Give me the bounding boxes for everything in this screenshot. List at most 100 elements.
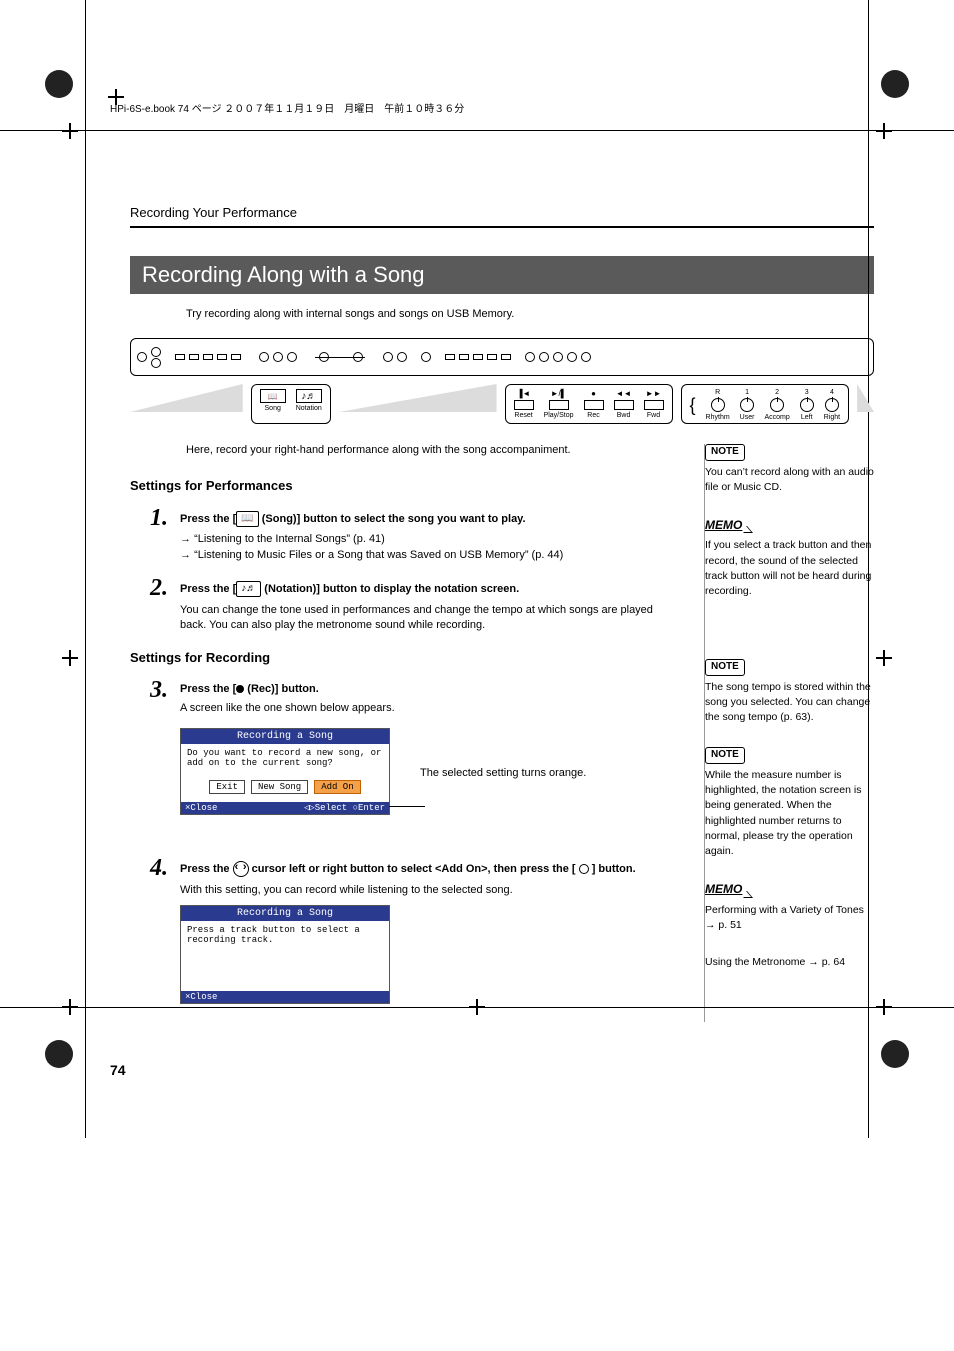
step-number: 4: [130, 855, 168, 1011]
highlight-slant: [130, 384, 243, 412]
label-rec: Rec: [587, 412, 599, 419]
step-desc: A screen like the one shown below appear…: [180, 701, 678, 716]
crosshair-icon: [876, 999, 892, 1015]
screenshot-title: Recording a Song: [181, 729, 389, 744]
screenshot-btn-new: New Song: [251, 780, 308, 794]
panel-diagram-full: [130, 338, 874, 376]
memo-label: MEMO: [705, 881, 742, 898]
note-label: NOTE: [705, 659, 745, 676]
notation-button-icon: [236, 581, 261, 597]
step-title: Press the [ (Rec)] button.: [180, 683, 678, 695]
notation-icon: [296, 389, 322, 403]
note-label: NOTE: [705, 747, 745, 764]
step-number: 1: [130, 505, 168, 565]
reset-icon: ▐◄: [517, 389, 531, 398]
play-icon: ►/▌: [551, 389, 567, 398]
label-track-bot: Rhythm: [706, 414, 730, 421]
registration-mark-icon: [45, 70, 73, 98]
song-icon: 📖: [260, 389, 286, 403]
screenshot-footer-close: ×Close: [185, 803, 217, 813]
step-3: 3 Press the [ (Rec)] button. A screen li…: [130, 677, 678, 823]
enter-button-icon: [579, 864, 589, 874]
screenshot-title: Recording a Song: [181, 906, 389, 921]
label-track-bot: User: [740, 414, 755, 421]
label-notation: Notation: [296, 405, 322, 412]
memo-text: If you select a track button and then re…: [705, 538, 874, 599]
step-2: 2 Press the [ (Notation)] button to disp…: [130, 575, 678, 640]
panel-box-song-notation: 📖 Song Notation: [251, 384, 331, 424]
note-text: While the measure number is highlighted,…: [705, 768, 874, 859]
label-reset: Reset: [514, 412, 532, 419]
screenshot-footer-enter: ○Enter: [353, 803, 385, 813]
registration-mark-icon: [45, 1040, 73, 1068]
side-column: NOTE You can’t record along with an audi…: [704, 444, 874, 1022]
label-track-bot: Right: [824, 414, 840, 421]
step-title: Press the cursor left or right button to…: [180, 861, 678, 877]
screenshot-body-text: Press a track button to select a recordi…: [187, 925, 383, 945]
running-head: Recording Your Performance: [130, 205, 874, 220]
page-number: 74: [110, 1062, 874, 1078]
step-number: 2: [130, 575, 168, 640]
lead-text: Here, record your right-hand performance…: [186, 444, 678, 456]
rec-icon: ●: [591, 389, 596, 398]
cursor-button-icon: [233, 861, 249, 877]
screenshot-caption: The selected setting turns orange.: [420, 767, 586, 779]
book-header: HPi-6S-e.book 74 ページ ２００７年１１月１９日 月曜日 午前１…: [110, 100, 874, 115]
label-fwd: Fwd: [647, 412, 660, 419]
screenshot-body-text: Do you want to record a new song, or add…: [187, 748, 383, 768]
note-text: You can’t record along with an audio fil…: [705, 465, 874, 495]
label-track-top: 3: [805, 389, 809, 396]
subheading-performances: Settings for Performances: [130, 478, 678, 493]
screenshot-footer-select: ◁▷Select: [304, 803, 347, 813]
highlight-slant: [339, 384, 497, 412]
label-track-bot: Left: [801, 414, 813, 421]
panel-box-tracks: { R Rhythm 1 User 2 Accomp 3 Left 4 Right: [681, 384, 850, 424]
step-subref: “Listening to the Internal Songs” (p. 41…: [180, 533, 678, 545]
label-track-top: 2: [775, 389, 779, 396]
step-desc: With this setting, you can record while …: [180, 883, 678, 898]
screenshot-record-dialog: Recording a Song Do you want to record a…: [180, 728, 390, 815]
note-label: NOTE: [705, 444, 745, 461]
crosshair-icon: [62, 123, 78, 139]
crosshair-icon: [62, 650, 78, 666]
memo-label: MEMO: [705, 517, 742, 534]
note-text: The song tempo is stored within the song…: [705, 680, 874, 726]
subheading-recording: Settings for Recording: [130, 650, 678, 665]
memo-text: Performing with a Variety of Tones → p. …: [705, 903, 874, 933]
crosshair-icon: [62, 999, 78, 1015]
crop-line: [868, 0, 869, 1138]
header-rule: [130, 226, 874, 228]
memo-text: Using the Metronome → p. 64: [705, 955, 874, 970]
label-bwd: Bwd: [617, 412, 631, 419]
step-title: Press the [📖 (Song)] button to select th…: [180, 511, 678, 527]
label-track-top: R: [715, 389, 720, 396]
label-playstop: Play/Stop: [544, 412, 574, 419]
registration-mark-icon: [881, 1040, 909, 1068]
panel-highlight-row: 📖 Song Notation ▐◄ Reset ►/▌ Play/Stop ●…: [130, 384, 874, 424]
screenshot-btn-add: Add On: [314, 780, 360, 794]
registration-mark-icon: [881, 70, 909, 98]
screenshot-footer-close: ×Close: [185, 992, 217, 1002]
fwd-icon: ►►: [646, 389, 662, 398]
step-subref: “Listening to Music Files or a Song that…: [180, 549, 678, 561]
screenshot-btn-exit: Exit: [209, 780, 245, 794]
label-track-top: 4: [830, 389, 834, 396]
song-button-icon: 📖: [236, 511, 258, 527]
highlight-slant: [857, 384, 874, 412]
crosshair-icon: [108, 89, 124, 105]
bwd-icon: ◄◄: [616, 389, 632, 398]
label-track-bot: Accomp: [764, 414, 789, 421]
crosshair-icon: [876, 650, 892, 666]
step-4: 4 Press the cursor left or right button …: [130, 855, 678, 1011]
crosshair-icon: [876, 123, 892, 139]
crop-line: [85, 0, 86, 1138]
label-track-top: 1: [745, 389, 749, 396]
crop-line: [0, 130, 954, 131]
intro-text: Try recording along with internal songs …: [186, 308, 874, 320]
brace-icon: {: [690, 401, 696, 410]
section-title: Recording Along with a Song: [130, 256, 874, 294]
step-desc: You can change the tone used in performa…: [180, 603, 678, 634]
screenshot-select-track: Recording a Song Press a track button to…: [180, 905, 390, 1004]
step-1: 1 Press the [📖 (Song)] button to select …: [130, 505, 678, 565]
panel-box-transport: ▐◄ Reset ►/▌ Play/Stop ● Rec ◄◄ Bwd ►► F…: [505, 384, 673, 424]
